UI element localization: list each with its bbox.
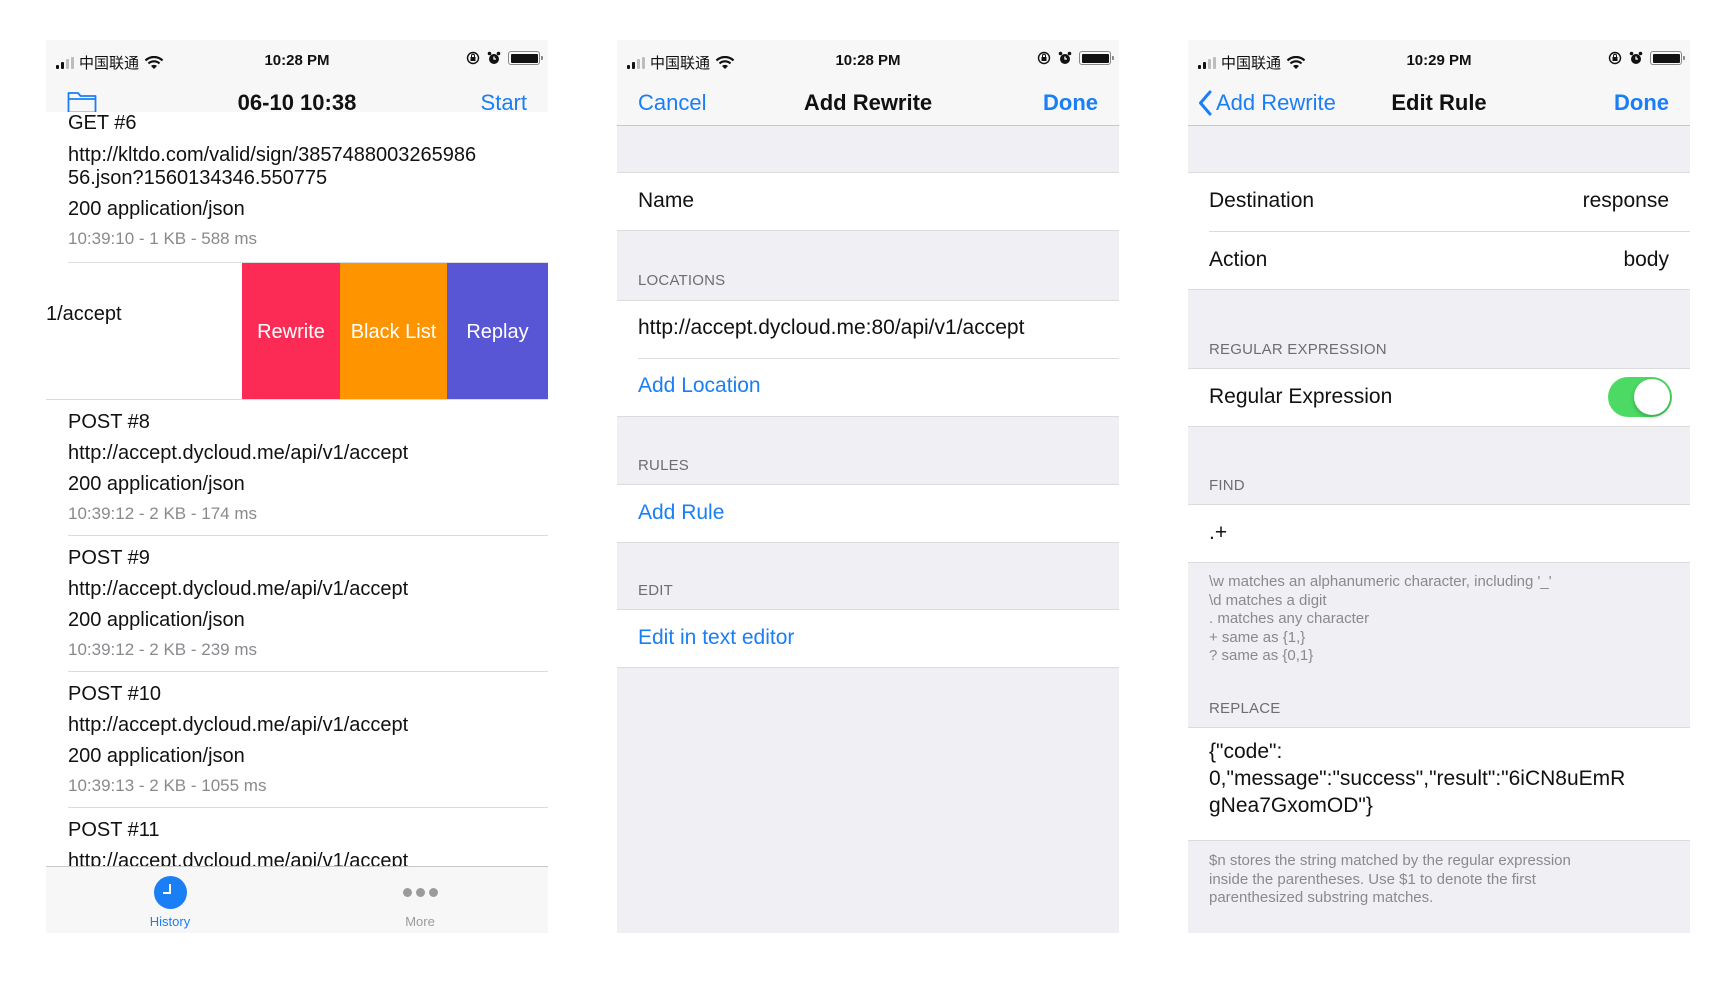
request-url: http://accept.dycloud.me/api/v1/accept	[68, 714, 409, 736]
tab-label: More	[405, 914, 435, 929]
destination-value[interactable]: response	[1583, 189, 1669, 213]
name-label: Name	[638, 189, 695, 212]
add-rewrite-screen: 中国联通 10:28 PM Cancel Add Rewrite Done Na…	[617, 40, 1119, 933]
edit-in-text-editor-button[interactable]: Edit in text editor	[638, 626, 794, 650]
rules-header: RULES	[638, 457, 690, 474]
request-url: http://accept.dycloud.me/api/v1/accept	[68, 578, 409, 600]
replace-value-line: {"code":	[1209, 740, 1283, 763]
regex-row: Regular Expression	[1188, 368, 1690, 427]
tab-label: History	[149, 914, 191, 929]
rewrite-button[interactable]: Rewrite	[242, 263, 340, 399]
list-item[interactable]: POST #8 http://accept.dycloud.me/api/v1/…	[46, 400, 548, 536]
swiped-row-text: 1/accept	[46, 303, 122, 325]
request-title: POST #10	[68, 683, 162, 705]
regex-header: REGULAR EXPRESSION	[1209, 341, 1387, 358]
done-button[interactable]: Done	[1043, 90, 1098, 116]
rules-section: Add Rule	[617, 484, 1119, 543]
locations-header: LOCATIONS	[638, 272, 726, 289]
replace-header: REPLACE	[1209, 700, 1281, 717]
orientation-lock-icon	[1037, 51, 1051, 65]
blacklist-button[interactable]: Black List	[340, 263, 447, 399]
regex-toggle[interactable]	[1608, 377, 1672, 417]
clock-icon	[153, 875, 187, 909]
request-meta: 10:39:10 - 1 KB - 588 ms	[68, 229, 257, 248]
replace-help-text: $n stores the string matched by the regu…	[1209, 852, 1571, 906]
request-status: 200 application/json	[68, 473, 245, 495]
request-title: POST #9	[68, 547, 150, 569]
edit-section: Edit in text editor	[617, 609, 1119, 668]
list-item[interactable]: GET #6 http://kltdo.com/valid/sign/38574…	[46, 112, 548, 264]
regex-label: Regular Expression	[1209, 385, 1393, 408]
request-meta: 10:39:13 - 2 KB - 1055 ms	[68, 776, 267, 795]
history-screen: 中国联通 10:28 PM 06-10 10:38 Start GET #6 h…	[46, 40, 548, 933]
tab-more[interactable]: More	[360, 875, 480, 929]
alarm-icon	[487, 51, 501, 64]
replace-field[interactable]: {"code": 0,"message":"success","result":…	[1188, 727, 1690, 841]
request-status: 200 application/json	[68, 198, 245, 220]
edit-rule-screen: 中国联通 10:29 PM Add Rewrite Edit Rule Done…	[1188, 40, 1690, 933]
more-dots-icon	[402, 887, 438, 897]
request-meta: 10:39:12 - 2 KB - 174 ms	[68, 504, 257, 523]
replay-button[interactable]: Replay	[447, 263, 548, 399]
battery-icon	[1079, 51, 1114, 65]
find-value: .+	[1209, 521, 1228, 544]
request-status: 200 application/json	[68, 745, 245, 767]
alarm-icon	[1629, 51, 1643, 64]
list-item[interactable]: POST #10 http://accept.dycloud.me/api/v1…	[46, 672, 548, 808]
locations-section: http://accept.dycloud.me:80/api/v1/accep…	[617, 300, 1119, 417]
request-title: POST #8	[68, 411, 150, 433]
request-url: http://accept.dycloud.me/api/v1/accept	[68, 442, 409, 464]
alarm-icon	[1058, 51, 1072, 64]
request-status: 200 application/json	[68, 609, 245, 631]
replace-value-line: 0,"message":"success","result":"6iCN8uEm…	[1209, 767, 1626, 790]
request-url: 56.json?1560134346.550775	[68, 167, 328, 189]
done-button[interactable]: Done	[1614, 90, 1669, 116]
name-field[interactable]: Name	[617, 172, 1119, 231]
tab-bar: History More	[46, 866, 548, 933]
add-rule-button[interactable]: Add Rule	[638, 501, 724, 525]
location-item[interactable]: http://accept.dycloud.me:80/api/v1/accep…	[638, 316, 1024, 340]
orientation-lock-icon	[1608, 51, 1622, 65]
destination-label: Destination	[1209, 189, 1315, 212]
list-item[interactable]: POST #9 http://accept.dycloud.me/api/v1/…	[46, 536, 548, 672]
action-value[interactable]: body	[1623, 248, 1669, 272]
battery-icon	[508, 51, 543, 65]
find-field[interactable]: .+	[1188, 504, 1690, 563]
nav-bar: Add Rewrite Edit Rule Done	[1188, 78, 1690, 126]
request-meta: 10:39:12 - 2 KB - 239 ms	[68, 640, 257, 659]
edit-header: EDIT	[638, 582, 673, 599]
request-title: GET #6	[68, 112, 137, 134]
tab-history[interactable]: History	[110, 875, 230, 929]
swiped-row[interactable]: 1/accept Rewrite Black List Replay	[46, 263, 548, 399]
status-bar: 中国联通 10:28 PM	[46, 40, 548, 78]
orientation-lock-icon	[466, 51, 480, 65]
request-title: POST #11	[68, 819, 160, 841]
action-label: Action	[1209, 248, 1268, 271]
status-bar: 中国联通 10:29 PM	[1188, 40, 1690, 78]
add-location-button[interactable]: Add Location	[638, 374, 761, 398]
find-header: FIND	[1209, 477, 1245, 494]
nav-bar: Cancel Add Rewrite Done	[617, 78, 1119, 126]
rule-settings-section: Destination response Action body	[1188, 172, 1690, 290]
request-url: http://kltdo.com/valid/sign/385748800326…	[68, 144, 477, 166]
find-help-text: \w matches an alphanumeric character, in…	[1209, 573, 1552, 664]
status-bar: 中国联通 10:28 PM	[617, 40, 1119, 78]
battery-icon	[1650, 51, 1685, 65]
replace-value-line: gNea7GxomOD"}	[1209, 794, 1373, 817]
